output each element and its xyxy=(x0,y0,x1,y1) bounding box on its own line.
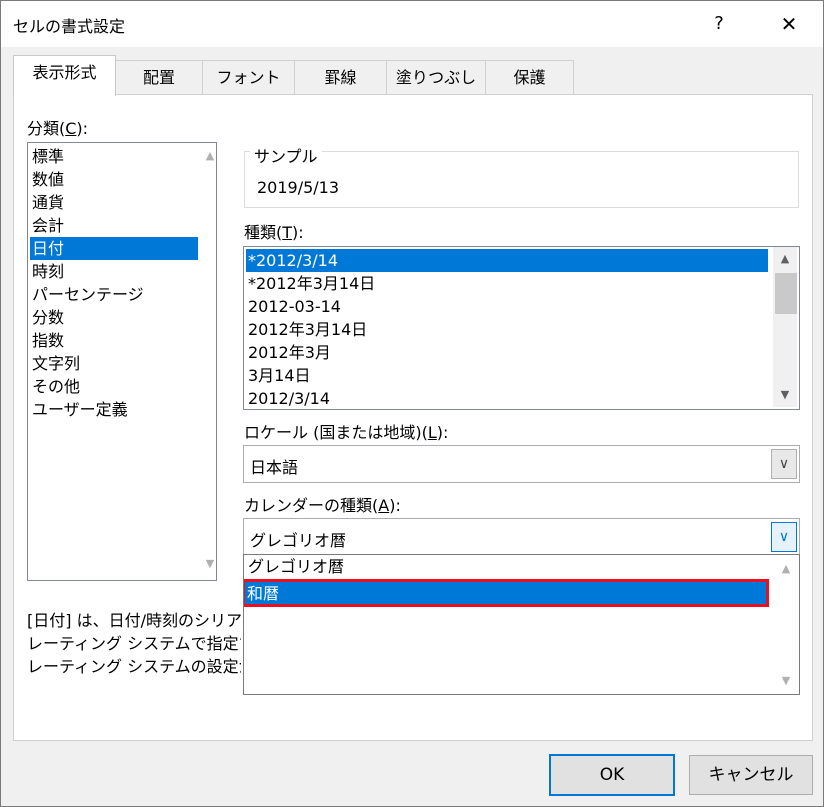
tab-protection[interactable]: 保護 xyxy=(485,60,574,95)
list-item-selected[interactable]: *2012/3/14 xyxy=(246,249,768,272)
tab-fill[interactable]: 塗りつぶし xyxy=(386,60,486,95)
category-list[interactable]: 標準 数値 通貨 会計 日付 時刻 パーセンテージ 分数 指数 文字列 その他 … xyxy=(27,142,217,581)
chevron-down-icon[interactable]: ∨ xyxy=(771,522,797,552)
dropdown-option-highlighted[interactable]: 和暦 xyxy=(244,579,769,607)
sample-label: サンプル xyxy=(250,143,322,167)
list-item[interactable]: 通貨 xyxy=(30,191,198,214)
list-item[interactable]: 3月14日 xyxy=(246,364,768,387)
calendar-label: カレンダーの種類(A): xyxy=(244,496,401,515)
format-cells-dialog: セルの書式設定 ? ✕ 表示形式 配置 フォント 罫線 塗りつぶし 保護 分類(… xyxy=(0,0,824,807)
list-item[interactable]: 文字列 xyxy=(30,352,198,375)
type-label: 種類(T): xyxy=(244,223,304,242)
list-item[interactable]: 標準 xyxy=(30,145,198,168)
tab-panel: 分類(C): 標準 数値 通貨 会計 日付 時刻 パーセンテージ 分数 指数 文… xyxy=(13,94,813,741)
list-item[interactable]: 分数 xyxy=(30,306,198,329)
chevron-up-icon[interactable]: ▲ xyxy=(777,251,793,267)
description-line: レーティング システムの設定が変 xyxy=(27,657,241,676)
scroll-thumb[interactable] xyxy=(775,273,797,314)
list-item[interactable]: 指数 xyxy=(30,329,198,352)
type-list[interactable]: *2012/3/14 *2012年3月14日 2012-03-14 2012年3… xyxy=(243,246,800,410)
list-item[interactable]: その他 xyxy=(30,375,198,398)
chevron-up-icon[interactable]: ▲ xyxy=(202,148,216,164)
list-item[interactable]: 数値 xyxy=(30,168,198,191)
cancel-button[interactable]: キャンセル xyxy=(689,755,813,795)
tab-font[interactable]: フォント xyxy=(202,60,295,95)
list-item[interactable]: ユーザー定義 xyxy=(30,398,198,421)
description-line: [日付] は、日付/時刻のシリア xyxy=(27,611,241,630)
tab-alignment[interactable]: 配置 xyxy=(115,60,203,95)
list-item[interactable]: 2012年3月14日 xyxy=(246,318,768,341)
list-item[interactable]: 2012-03-14 xyxy=(246,295,768,318)
chevron-up-icon[interactable]: ▲ xyxy=(778,561,794,577)
chevron-down-icon[interactable]: ▼ xyxy=(778,673,794,689)
title-bar: セルの書式設定 ? ✕ xyxy=(1,1,823,47)
calendar-select[interactable]: グレゴリオ暦 ∨ xyxy=(243,518,800,556)
list-item[interactable]: 時刻 xyxy=(30,260,198,283)
locale-label: ロケール (国または地域)(L): xyxy=(244,423,449,442)
description-line: レーティング システムで指定する xyxy=(27,634,241,653)
chevron-down-icon[interactable]: ▼ xyxy=(777,387,793,403)
list-item[interactable]: *2012年3月14日 xyxy=(246,272,768,295)
list-item[interactable]: 会計 xyxy=(30,214,198,237)
tab-number-format[interactable]: 表示形式 xyxy=(13,55,116,96)
description: [日付] は、日付/時刻のシリア レーティング システムで指定する レーティング… xyxy=(27,607,241,687)
tab-border[interactable]: 罫線 xyxy=(294,60,387,95)
close-button[interactable]: ✕ xyxy=(766,7,812,41)
chevron-down-icon[interactable]: ∨ xyxy=(771,449,797,479)
list-item-selected[interactable]: 日付 xyxy=(30,237,198,260)
list-item[interactable]: 2012年3月 xyxy=(246,341,768,364)
chevron-down-icon[interactable]: ▼ xyxy=(202,556,216,572)
locale-value: 日本語 xyxy=(250,458,299,477)
list-item[interactable]: 2012/3/14 xyxy=(246,387,768,409)
list-item[interactable]: パーセンテージ xyxy=(30,283,198,306)
ok-button[interactable]: OK xyxy=(549,754,675,796)
help-button[interactable]: ? xyxy=(701,7,737,41)
calendar-value: グレゴリオ暦 xyxy=(250,531,347,550)
sample-value: 2019/5/13 xyxy=(257,178,340,197)
calendar-dropdown[interactable]: グレゴリオ暦 和暦 ▲ ▼ xyxy=(243,554,800,695)
type-scrollbar[interactable] xyxy=(773,247,797,407)
dropdown-option[interactable]: グレゴリオ暦 xyxy=(246,555,768,578)
dialog-title: セルの書式設定 xyxy=(13,17,126,36)
category-label: 分類(C): xyxy=(27,119,89,138)
locale-select[interactable]: 日本語 ∨ xyxy=(243,445,800,483)
